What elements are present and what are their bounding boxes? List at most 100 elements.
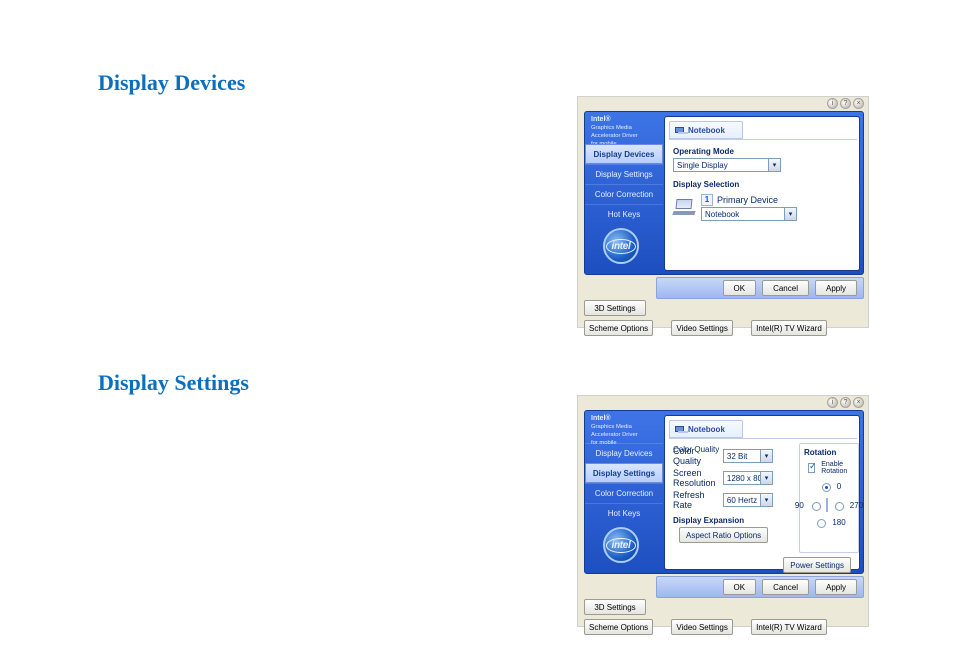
side-nav: Display Devices Display Settings Color C… bbox=[585, 443, 663, 523]
display-selection-label: Display Selection bbox=[673, 180, 851, 189]
lower-buttons: 3D Settings Scheme Options Video Setting… bbox=[584, 300, 866, 336]
ok-cancel-apply-bar: OK Cancel Apply bbox=[656, 576, 864, 598]
tab-notebook[interactable]: Notebook bbox=[669, 121, 743, 139]
heading-display-settings: Display Settings bbox=[98, 370, 249, 396]
refresh-rate-value: 60 Hertz bbox=[727, 496, 757, 505]
tab-strip bbox=[669, 139, 857, 140]
threeD-settings-button[interactable]: 3D Settings bbox=[584, 599, 646, 615]
color-quality-value: 32 Bit bbox=[727, 452, 747, 461]
nav-color-correction[interactable]: Color Correction bbox=[585, 184, 663, 204]
enable-rotation-checkbox[interactable]: Enable Rotation bbox=[804, 460, 854, 476]
lower-buttons: 3D Settings Scheme Options Video Setting… bbox=[584, 599, 866, 635]
tab-notebook[interactable]: Notebook bbox=[669, 420, 743, 438]
intel-logo-text: intel bbox=[606, 239, 635, 254]
chevron-down-icon: ▾ bbox=[784, 208, 796, 220]
video-settings-button[interactable]: Video Settings bbox=[671, 320, 733, 336]
rotation-90[interactable]: 90 bbox=[795, 499, 824, 511]
help-icon[interactable]: ? bbox=[840, 98, 851, 109]
info-icon[interactable]: i bbox=[827, 98, 838, 109]
close-icon[interactable]: × bbox=[853, 397, 864, 408]
primary-device-badge: 1 bbox=[701, 194, 713, 206]
rotation-0-input[interactable] bbox=[822, 483, 831, 492]
notebook-icon bbox=[675, 127, 684, 133]
enable-rotation-input[interactable] bbox=[808, 463, 815, 473]
ok-button[interactable]: OK bbox=[723, 280, 757, 296]
scheme-options-button[interactable]: Scheme Options bbox=[584, 619, 653, 635]
ok-cancel-apply-bar: OK Cancel Apply bbox=[656, 277, 864, 299]
nav-hot-keys[interactable]: Hot Keys bbox=[585, 204, 663, 224]
brand-line2: Graphics Media bbox=[591, 124, 657, 132]
rotation-270[interactable]: 270 bbox=[830, 499, 863, 511]
rotation-180[interactable]: 180 bbox=[812, 516, 845, 528]
info-icon[interactable]: i bbox=[827, 397, 838, 408]
content-panel: Notebook Operating Mode Single Display ▾… bbox=[664, 116, 860, 271]
rotation-title: Rotation bbox=[804, 448, 854, 457]
content-panel: Notebook Color Quality bbox=[664, 415, 860, 570]
intel-logo-chip: intel bbox=[603, 228, 639, 264]
rotation-0[interactable]: 0 bbox=[817, 480, 841, 492]
brand-line2: Graphics Media bbox=[591, 423, 657, 431]
nav-display-settings[interactable]: Display Settings bbox=[585, 164, 663, 184]
nav-display-devices[interactable]: Display Devices bbox=[585, 443, 663, 463]
heading-display-devices: Display Devices bbox=[98, 70, 245, 96]
panel-body: Color Quality Color Quality 32 Bi bbox=[673, 444, 851, 563]
intel-logo-chip: intel bbox=[603, 527, 639, 563]
rotation-preview-thumb bbox=[826, 498, 828, 512]
tv-wizard-button[interactable]: Intel(R) TV Wizard bbox=[751, 320, 827, 336]
nav-hot-keys[interactable]: Hot Keys bbox=[585, 503, 663, 523]
rotation-group: Rotation Enable Rotation 0 90 bbox=[799, 443, 859, 553]
rotation-0-label: 0 bbox=[837, 482, 841, 491]
cancel-button[interactable]: Cancel bbox=[762, 579, 809, 595]
color-quality-label: Color Quality bbox=[673, 446, 719, 466]
operating-mode-value: Single Display bbox=[677, 161, 728, 170]
chevron-down-icon: ▾ bbox=[760, 472, 772, 484]
rotation-180-input[interactable] bbox=[817, 519, 826, 528]
tv-wizard-button[interactable]: Intel(R) TV Wizard bbox=[751, 619, 827, 635]
rotation-270-label: 270 bbox=[850, 501, 863, 510]
brand-line1: Intel® bbox=[591, 415, 611, 422]
refresh-rate-select[interactable]: 60 Hertz ▾ bbox=[723, 493, 773, 507]
apply-button[interactable]: Apply bbox=[815, 280, 857, 296]
operating-mode-label: Operating Mode bbox=[673, 147, 851, 156]
brand-line3: Accelerator Driver bbox=[591, 132, 657, 140]
tab-strip bbox=[669, 438, 857, 439]
help-icon[interactable]: ? bbox=[840, 397, 851, 408]
close-icon[interactable]: × bbox=[853, 98, 864, 109]
nav-display-settings[interactable]: Display Settings bbox=[585, 463, 663, 483]
brand-line3: Accelerator Driver bbox=[591, 431, 657, 439]
screen-resolution-select[interactable]: 1280 x 800 ▾ bbox=[723, 471, 773, 485]
primary-device-select[interactable]: Notebook ▾ bbox=[701, 207, 797, 221]
blue-frame: Intel® Graphics Media Accelerator Driver… bbox=[584, 111, 864, 275]
brand-line1: Intel® bbox=[591, 116, 611, 123]
video-settings-button[interactable]: Video Settings bbox=[671, 619, 733, 635]
ok-button[interactable]: OK bbox=[723, 579, 757, 595]
display-expansion-label: Display Expansion bbox=[673, 516, 773, 525]
laptop-icon bbox=[673, 199, 695, 215]
color-quality-select[interactable]: 32 Bit ▾ bbox=[723, 449, 773, 463]
rotation-90-input[interactable] bbox=[812, 502, 821, 511]
rotation-270-input[interactable] bbox=[835, 502, 844, 511]
cancel-button[interactable]: Cancel bbox=[762, 280, 809, 296]
scheme-options-button[interactable]: Scheme Options bbox=[584, 320, 653, 336]
apply-button[interactable]: Apply bbox=[815, 579, 857, 595]
notebook-icon bbox=[675, 426, 684, 432]
side-nav: Display Devices Display Settings Color C… bbox=[585, 144, 663, 224]
chevron-down-icon: ▾ bbox=[768, 159, 780, 171]
blue-frame: Intel® Graphics Media Accelerator Driver… bbox=[584, 410, 864, 574]
screen-resolution-label: Screen Resolution bbox=[673, 468, 719, 488]
power-settings-button[interactable]: Power Settings bbox=[783, 557, 851, 573]
refresh-rate-label: Refresh Rate bbox=[673, 490, 719, 510]
tab-notebook-label: Notebook bbox=[688, 126, 725, 135]
display-devices-dialog: i ? × Intel® Graphics Media Accelerator … bbox=[577, 96, 869, 328]
display-settings-dialog: i ? × Intel® Graphics Media Accelerator … bbox=[577, 395, 869, 627]
aspect-ratio-options-button[interactable]: Aspect Ratio Options bbox=[679, 527, 768, 543]
operating-mode-select[interactable]: Single Display ▾ bbox=[673, 158, 781, 172]
threeD-settings-button[interactable]: 3D Settings bbox=[584, 300, 646, 316]
chevron-down-icon: ▾ bbox=[760, 494, 772, 506]
titlebar-icons: i ? × bbox=[827, 98, 864, 109]
primary-device-value: Notebook bbox=[705, 210, 739, 219]
nav-color-correction[interactable]: Color Correction bbox=[585, 483, 663, 503]
panel-body: Operating Mode Single Display ▾ Display … bbox=[673, 145, 851, 264]
rotation-90-label: 90 bbox=[795, 501, 804, 510]
nav-display-devices[interactable]: Display Devices bbox=[585, 144, 663, 164]
